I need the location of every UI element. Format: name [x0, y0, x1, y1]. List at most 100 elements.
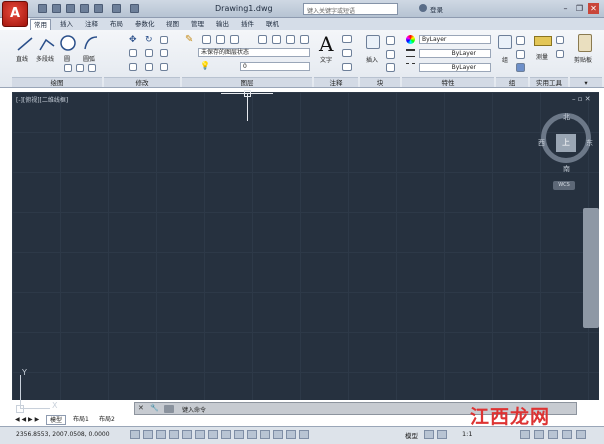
layer-state-dropdown[interactable]: 未保存的图层状态 [198, 48, 310, 57]
arc-icon[interactable] [82, 34, 100, 52]
edit-block-icon[interactable] [386, 50, 395, 59]
quick-view-layouts-icon[interactable] [424, 430, 434, 439]
ungroup-icon[interactable] [516, 36, 525, 45]
restore-button[interactable]: ❐ [574, 3, 585, 14]
tab-annotate[interactable]: 注释 [82, 19, 101, 30]
gradient-icon[interactable] [88, 64, 96, 72]
layers-panel-label[interactable]: 图层 [182, 77, 312, 87]
lineweight-toggle-icon[interactable] [247, 430, 257, 439]
trim-icon[interactable] [160, 36, 168, 44]
array-icon[interactable] [160, 63, 168, 71]
layer-icon-6[interactable] [286, 35, 295, 44]
mirror-icon[interactable] [145, 49, 153, 57]
tab-layout[interactable]: 布局 [107, 19, 126, 30]
color-dropdown[interactable]: ByLayer [419, 35, 491, 44]
isolate-objects-icon[interactable] [548, 430, 558, 439]
clean-screen-icon[interactable] [576, 430, 586, 439]
annotation-panel-label[interactable]: 注释 [314, 77, 358, 87]
create-block-icon[interactable] [386, 36, 395, 45]
lineweight-dropdown[interactable]: ByLayer [419, 49, 491, 58]
quick-view-drawings-icon[interactable] [437, 430, 447, 439]
search-input[interactable]: 键入关键字或短语 [303, 3, 398, 15]
line-icon[interactable] [16, 36, 34, 52]
ortho-icon[interactable] [156, 430, 166, 439]
dimension-icon[interactable] [342, 35, 352, 43]
wrench-icon[interactable]: 🔧 [150, 404, 159, 412]
draw-panel-label[interactable]: 绘图 [12, 77, 102, 87]
lock-icon[interactable] [534, 430, 544, 439]
new-file-icon[interactable] [38, 4, 47, 13]
group-icon[interactable] [498, 35, 512, 49]
transparency-icon[interactable] [260, 430, 270, 439]
drawing-canvas[interactable] [12, 92, 599, 400]
application-menu-button[interactable]: A [2, 1, 28, 27]
groups-panel-label[interactable]: 组 [496, 77, 528, 87]
group-edit-icon[interactable] [516, 50, 525, 59]
tab-plugins[interactable]: 插件 [238, 19, 257, 30]
annotation-monitor-icon[interactable] [299, 430, 309, 439]
osnap-icon[interactable] [182, 430, 192, 439]
layer-icon-2[interactable] [216, 35, 225, 44]
layer-icon-5[interactable] [272, 35, 281, 44]
rotate-icon[interactable]: ↻ [145, 35, 153, 45]
polyline-icon[interactable] [38, 36, 56, 52]
tab-model[interactable]: 模型 [46, 415, 67, 425]
utility-icon-1[interactable] [556, 36, 564, 44]
group-select-icon[interactable] [516, 63, 525, 72]
insert-block-icon[interactable] [366, 35, 380, 49]
model-space-toggle[interactable]: 模型 [405, 430, 418, 440]
tab-home[interactable]: 常用 [30, 19, 51, 30]
block-panel-label[interactable]: 块 [360, 77, 400, 87]
layer-properties-icon[interactable]: ✎ [185, 34, 193, 45]
navigation-bar[interactable] [583, 208, 599, 328]
viewport-window-controls[interactable]: – ▫ ✕ [572, 95, 591, 103]
minimize-button[interactable]: – [560, 3, 571, 14]
viewport-controls[interactable]: [-][俯视][二维线框] [16, 95, 68, 104]
tab-manage[interactable]: 管理 [188, 19, 207, 30]
move-icon[interactable]: ✥ [129, 35, 137, 45]
linetype-dropdown[interactable]: ByLayer [419, 63, 491, 72]
hardware-acceleration-icon[interactable] [562, 430, 572, 439]
current-layer-dropdown[interactable]: 0 [240, 62, 310, 71]
undo-icon[interactable] [112, 4, 121, 13]
coordinates-readout[interactable]: 2356.8553, 2007.0508, 0.0000 [16, 431, 110, 438]
wcs-menu[interactable]: WCS [553, 181, 575, 190]
print-icon[interactable] [94, 4, 103, 13]
viewcube-south[interactable]: 南 [563, 164, 570, 174]
command-history-icon[interactable] [164, 405, 174, 413]
circle-icon[interactable] [59, 34, 77, 52]
scale-icon[interactable] [145, 63, 153, 71]
layer-icon-1[interactable] [202, 35, 211, 44]
workspace-switch-icon[interactable] [520, 430, 530, 439]
stretch-icon[interactable] [129, 63, 137, 71]
leader-icon[interactable] [342, 49, 352, 57]
annotation-scale[interactable]: 1:1 [462, 430, 472, 438]
dynamic-input-icon[interactable] [234, 430, 244, 439]
viewcube-north[interactable]: 北 [563, 112, 570, 122]
viewcube-west[interactable]: 西 [538, 138, 545, 148]
tab-online[interactable]: 联机 [263, 19, 282, 30]
ucs-dynamic-icon[interactable] [221, 430, 231, 439]
hatch-icon[interactable] [76, 64, 84, 72]
polar-icon[interactable] [169, 430, 179, 439]
measure-icon[interactable] [534, 36, 552, 46]
login-button[interactable]: 登录 [430, 4, 443, 14]
modify-panel-label[interactable]: 修改 [104, 77, 180, 87]
grid-icon[interactable] [143, 430, 153, 439]
tab-layout1[interactable]: 布局1 [70, 415, 92, 425]
layer-icon-7[interactable] [300, 35, 309, 44]
copy-icon[interactable] [129, 49, 137, 57]
attribute-icon[interactable] [386, 63, 395, 72]
paste-icon[interactable] [578, 34, 592, 52]
snap-icon[interactable] [130, 430, 140, 439]
tab-insert[interactable]: 插入 [57, 19, 76, 30]
open-file-icon[interactable] [52, 4, 61, 13]
command-input[interactable]: 键入命令 [182, 405, 206, 414]
text-icon[interactable]: A [319, 32, 333, 56]
redo-icon[interactable] [130, 4, 139, 13]
tab-parametric[interactable]: 参数化 [132, 19, 158, 30]
utilities-panel-label[interactable]: 实用工具 [530, 77, 568, 87]
selection-cycling-icon[interactable] [286, 430, 296, 439]
viewcube-east[interactable]: 东 [586, 138, 593, 148]
close-button[interactable]: ✕ [588, 3, 599, 14]
